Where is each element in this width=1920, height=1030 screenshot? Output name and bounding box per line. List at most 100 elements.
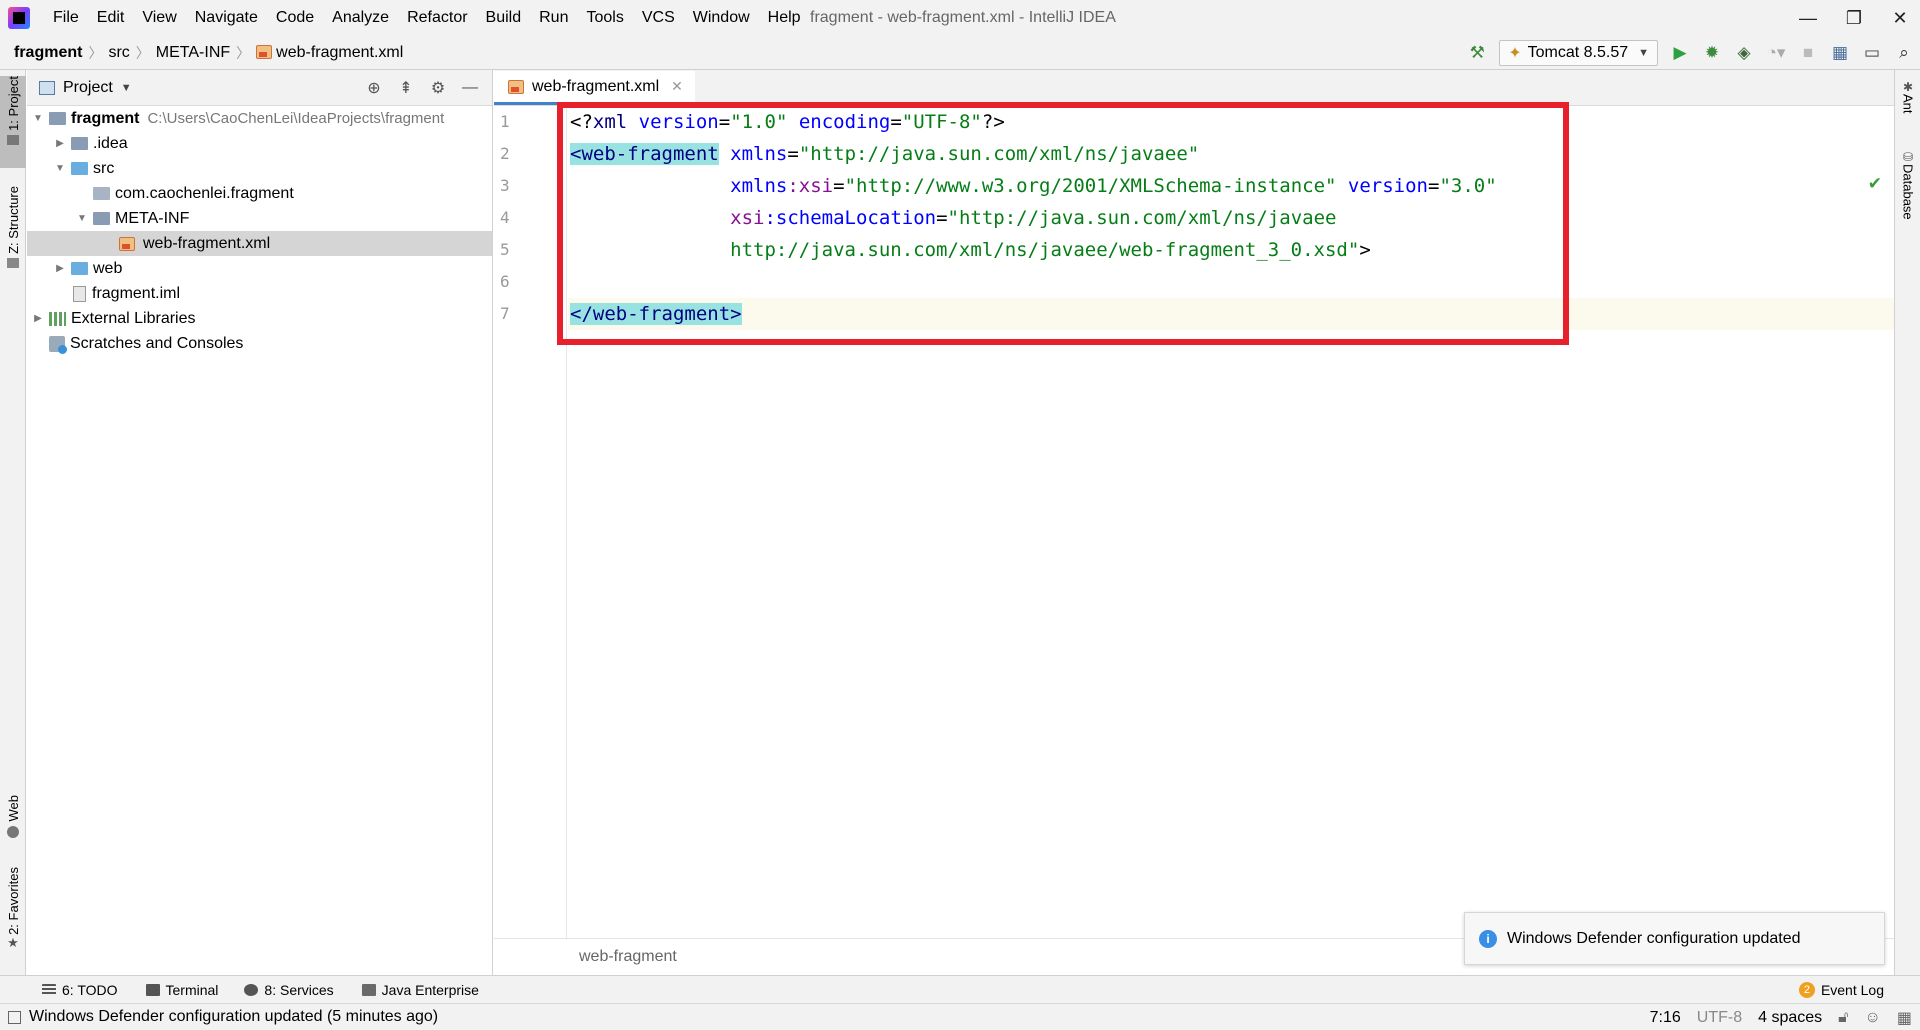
token: http://java.sun.com/xml/ns/javaee/web-fr… (730, 239, 1360, 261)
notification-balloon[interactable]: i Windows Defender configuration updated (1464, 912, 1885, 965)
breadcrumb-src[interactable]: src (102, 44, 135, 62)
tab-web-fragment-xml[interactable]: web-fragment.xml ✕ (494, 71, 695, 105)
tool-event-log[interactable]: 2 Event Log (1798, 976, 1884, 1004)
collapse-all-icon[interactable]: ⇞ (390, 78, 422, 98)
tree-item-scratches[interactable]: Scratches and Consoles (27, 331, 492, 356)
chevron-down-icon[interactable]: ▼ (121, 82, 132, 94)
inspector-icon[interactable]: ☺︎ (1865, 1009, 1881, 1027)
menu-code[interactable]: Code (267, 0, 323, 36)
run-configuration-select[interactable]: ✦ Tomcat 8.5.57 ▼ (1499, 40, 1658, 66)
menu-file[interactable]: File (44, 0, 88, 36)
editor-tab-bar: web-fragment.xml ✕ (494, 70, 1894, 106)
tool-terminal[interactable]: Terminal (145, 981, 219, 998)
scratches-icon (49, 335, 67, 354)
tree-item-iml[interactable]: fragment.iml (27, 281, 492, 306)
hammer-icon[interactable]: ⚒ (1461, 37, 1493, 69)
breadcrumb-separator: 〉 (135, 44, 150, 61)
token: :xsi (787, 175, 834, 197)
menu-navigate[interactable]: Navigate (186, 0, 267, 36)
token: web-fragment (592, 303, 731, 325)
code-area[interactable]: <?xml version="1.0" encoding="UTF-8"?> <… (568, 106, 1894, 938)
stop-icon[interactable]: ■ (1792, 37, 1824, 69)
project-panel-title[interactable]: Project (63, 79, 113, 97)
right-tool-strip: ✱ Ant ⛁ Database (1894, 70, 1920, 975)
expand-arrow-icon[interactable]: ▼ (53, 163, 67, 174)
debug-icon[interactable]: ✹ (1696, 37, 1728, 69)
tree-item-external-libraries[interactable]: ▶ External Libraries (27, 306, 492, 331)
hide-icon[interactable]: — (454, 79, 486, 97)
close-tab-icon[interactable]: ✕ (671, 78, 683, 95)
tree-item-label: META-INF (115, 209, 190, 227)
tool-services[interactable]: 8: Services (244, 982, 334, 998)
gear-icon[interactable]: ⚙ (422, 78, 454, 98)
expand-arrow-icon[interactable]: ▶ (31, 313, 45, 324)
memory-indicator-icon[interactable]: ▦ (1897, 1008, 1912, 1028)
tool-java-enterprise[interactable]: Java Enterprise (361, 982, 479, 998)
tab-project[interactable]: 1: Project (0, 76, 26, 168)
tab-structure[interactable]: Z: Structure (0, 186, 26, 282)
locate-icon[interactable]: ⊕ (358, 78, 390, 98)
tree-item-package[interactable]: com.caochenlei.fragment (27, 181, 492, 206)
tool-todo[interactable]: 6: TODO (42, 982, 118, 998)
tool-todo-label: 6: TODO (62, 981, 118, 998)
close-window-button[interactable]: ✕ (1880, 0, 1920, 36)
tab-web[interactable]: Web (0, 795, 26, 851)
tab-database[interactable]: ⛁ Database (1895, 150, 1920, 250)
menu-help[interactable]: Help (759, 0, 810, 36)
menu-refactor[interactable]: Refactor (398, 0, 476, 36)
tree-item-idea[interactable]: ▶ .idea (27, 131, 492, 156)
expand-arrow-icon[interactable]: ▼ (31, 113, 45, 124)
toggle-tool-windows-icon[interactable] (8, 1010, 21, 1024)
coverage-icon[interactable]: ◈ (1728, 37, 1760, 69)
tree-item-src[interactable]: ▼ src (27, 156, 492, 181)
menu-window[interactable]: Window (684, 0, 759, 36)
lock-icon[interactable]: 🔓︎ (1838, 1009, 1848, 1027)
line-number: 6 (500, 272, 510, 291)
line-number: 3 (500, 176, 510, 195)
token: > (1359, 239, 1371, 261)
run-icon[interactable]: ▶ (1664, 37, 1696, 69)
file-encoding[interactable]: UTF-8 (1697, 1009, 1742, 1027)
expand-arrow-icon[interactable]: ▶ (53, 263, 67, 274)
tree-item-meta-inf[interactable]: ▼ META-INF (27, 206, 492, 231)
menu-run[interactable]: Run (530, 0, 577, 36)
menu-edit[interactable]: Edit (88, 0, 134, 36)
tool-terminal-label: Terminal (165, 981, 219, 998)
tree-item-fragment[interactable]: ▼ fragment C:\Users\CaoChenLei\IdeaProje… (27, 106, 492, 131)
menu-build[interactable]: Build (477, 0, 531, 36)
inspection-ok-icon[interactable]: ✔ (1868, 174, 1882, 194)
expand-arrow-icon[interactable]: ▶ (53, 138, 67, 149)
tab-favorites[interactable]: 2: Favorites ★ (0, 867, 26, 967)
breadcrumb-file[interactable]: web-fragment.xml (250, 44, 409, 62)
menu-tools[interactable]: Tools (577, 0, 632, 36)
menu-view[interactable]: View (133, 0, 185, 36)
restore-button[interactable]: ❐ (1834, 0, 1874, 36)
tree-item-web-fragment-xml[interactable]: web-fragment.xml (27, 231, 492, 256)
token: = (936, 207, 948, 229)
iml-file-icon (73, 285, 86, 302)
layout-icon[interactable]: ▭ (1856, 37, 1888, 69)
caret-position[interactable]: 7:16 (1650, 1009, 1681, 1027)
code-line-3: xmlns:xsi="http://www.w3.org/2001/XMLSch… (568, 170, 1894, 202)
info-icon: i (1479, 929, 1497, 948)
search-icon[interactable]: ⌕ (1888, 37, 1920, 69)
profile-icon[interactable]: ◔▾ (1760, 37, 1792, 69)
indent-setting[interactable]: 4 spaces (1758, 1009, 1822, 1027)
token: </ (570, 303, 593, 325)
expand-arrow-icon[interactable]: ▼ (75, 213, 89, 224)
tree-item-web[interactable]: ▶ web (27, 256, 492, 281)
tab-ant[interactable]: ✱ Ant (1895, 80, 1920, 130)
minimize-button[interactable]: — (1788, 0, 1828, 36)
menu-analyze[interactable]: Analyze (323, 0, 398, 36)
project-structure-icon[interactable]: ▦ (1824, 37, 1856, 69)
tab-project-label: 1: Project (5, 76, 21, 131)
editor-breadcrumb-item[interactable]: web-fragment (579, 948, 677, 966)
xml-file-icon (508, 79, 524, 94)
status-bar: Windows Defender configuration updated (… (0, 1003, 1920, 1030)
status-message[interactable]: Windows Defender configuration updated (… (29, 1008, 438, 1026)
breadcrumb-project[interactable]: fragment (0, 44, 88, 62)
project-panel: Project ▼ ⊕ ⇞ ⚙ — ▼ fragment C:\Users\Ca… (27, 70, 493, 975)
breadcrumb-meta-inf[interactable]: META-INF (150, 44, 236, 62)
token: ?> (981, 111, 1005, 133)
menu-vcs[interactable]: VCS (633, 0, 684, 36)
